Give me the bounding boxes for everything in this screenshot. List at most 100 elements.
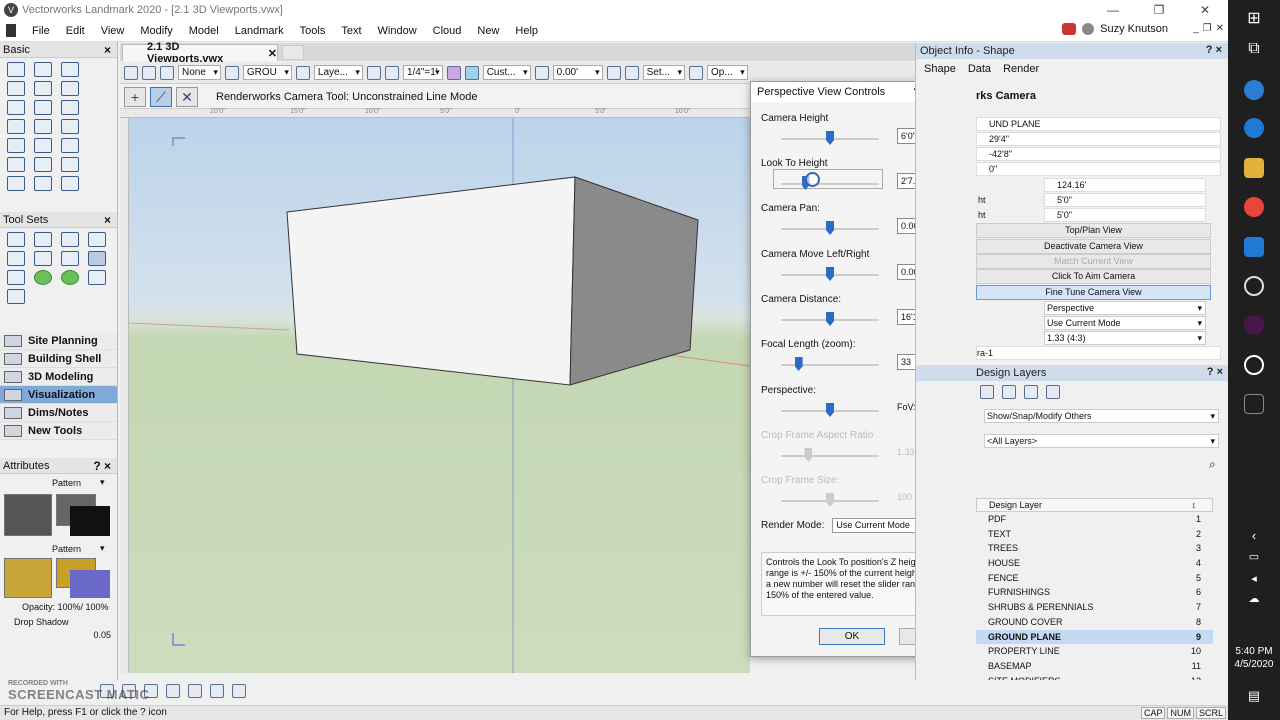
fill-type-label[interactable]: Pattern bbox=[52, 478, 81, 488]
edge-icon[interactable] bbox=[1244, 80, 1264, 100]
menu-modify[interactable]: Modify bbox=[132, 25, 180, 37]
action-center-icon[interactable]: ▤ bbox=[1243, 688, 1265, 704]
lighting-device-tool-icon[interactable] bbox=[33, 251, 52, 266]
layer-row[interactable]: GROUND COVER 8 bbox=[976, 615, 1213, 630]
tab-render[interactable]: Render bbox=[1003, 63, 1039, 75]
opacity-label[interactable]: Opacity: 100%/ 100% bbox=[0, 602, 117, 612]
user-name[interactable]: Suzy Knutson bbox=[1100, 23, 1168, 35]
close-window-button[interactable]: ✕ bbox=[1182, 0, 1228, 20]
click-to-aim-camera-button[interactable]: Click To Aim Camera bbox=[976, 269, 1211, 284]
chevron-left-icon[interactable]: ‹ bbox=[1243, 528, 1265, 543]
fill-type-dropdown-icon[interactable]: ▾ bbox=[100, 477, 105, 488]
polygon-tool-icon[interactable] bbox=[60, 157, 79, 172]
plant-tool-icon[interactable] bbox=[33, 270, 52, 285]
slider-thumb[interactable] bbox=[826, 131, 834, 145]
close-attributes-palette-icon[interactable]: ? × bbox=[93, 459, 111, 473]
hexagon-tool-icon[interactable] bbox=[33, 176, 52, 191]
slider-thumb[interactable] bbox=[826, 267, 834, 281]
layer-row[interactable]: HOUSE 4 bbox=[976, 556, 1213, 571]
saved-set-dropdown[interactable]: Set... bbox=[642, 65, 685, 80]
document-tab[interactable]: 2.1 3D Viewports.vwx ✕ bbox=[122, 41, 278, 65]
options-dropdown[interactable]: Op... bbox=[706, 65, 748, 80]
active-class-dropdown[interactable]: None bbox=[178, 65, 221, 80]
tab-data[interactable]: Data bbox=[968, 63, 991, 75]
current-view-dropdown[interactable]: Cust... bbox=[482, 65, 531, 80]
sort-icon[interactable]: ↕ bbox=[1192, 499, 1197, 511]
vectorworks-taskbar-icon[interactable] bbox=[1244, 276, 1264, 296]
user-icon[interactable] bbox=[1082, 23, 1095, 35]
flyover-tool-icon[interactable] bbox=[60, 62, 79, 77]
snap-angle-icon[interactable] bbox=[188, 684, 202, 698]
regular-polygon-tool-icon[interactable] bbox=[6, 176, 25, 191]
camera-height-field[interactable]: 5'0" bbox=[1044, 193, 1206, 207]
minimize-button[interactable]: — bbox=[1090, 0, 1136, 20]
fine-tune-camera-view-button[interactable]: Fine Tune Camera View bbox=[976, 285, 1211, 300]
search-icon[interactable]: ⌕ bbox=[1209, 457, 1216, 472]
standard-view-icon[interactable] bbox=[464, 65, 479, 80]
pen-bg-swatch[interactable] bbox=[70, 570, 110, 598]
saved-views-icon[interactable] bbox=[606, 65, 621, 80]
menu-edit[interactable]: Edit bbox=[58, 25, 93, 37]
dimension-tool-icon[interactable] bbox=[6, 100, 25, 115]
active-layer-class-dropdown[interactable]: GROU bbox=[242, 65, 292, 80]
menu-file[interactable]: File bbox=[24, 25, 58, 37]
z-field[interactable]: 0" bbox=[976, 162, 1221, 176]
texture-tool-icon[interactable] bbox=[60, 251, 79, 266]
forward-arrow-icon[interactable] bbox=[142, 65, 156, 80]
view-options-icon[interactable] bbox=[688, 65, 703, 80]
notification-icon[interactable] bbox=[1062, 23, 1077, 35]
network-icon[interactable]: ▭ bbox=[1243, 550, 1265, 563]
layer-options-icon[interactable] bbox=[224, 65, 239, 80]
menu-landmark[interactable]: Landmark bbox=[227, 25, 292, 37]
snap-tangent-icon[interactable] bbox=[232, 684, 246, 698]
set-3d-modeling[interactable]: 3D Modeling bbox=[0, 368, 117, 386]
rotate-plan-icon[interactable] bbox=[534, 65, 549, 80]
quarter-arc-tool-icon[interactable] bbox=[60, 138, 79, 153]
arc-tool-icon[interactable] bbox=[33, 138, 52, 153]
navigation-controls[interactable]: ? × bbox=[1207, 366, 1223, 378]
unconstrained-line-mode-icon[interactable]: ⟋ bbox=[150, 86, 172, 107]
menu-cloud[interactable]: Cloud bbox=[425, 25, 470, 37]
layer-row[interactable]: PROPERTY LINE 10 bbox=[976, 644, 1213, 659]
pen-swatch[interactable] bbox=[4, 558, 52, 598]
image-prop-tool-icon[interactable] bbox=[6, 270, 25, 285]
layer-row[interactable]: FENCE 5 bbox=[976, 571, 1213, 586]
selection-tool-icon[interactable] bbox=[6, 62, 25, 77]
layer-row[interactable]: SHRUBS & PERENNIALS 7 bbox=[976, 600, 1213, 615]
empty-slot-icon[interactable] bbox=[1244, 394, 1264, 414]
pen-type-label[interactable]: Pattern bbox=[52, 544, 81, 554]
layer-row[interactable]: PDF 1 bbox=[976, 512, 1213, 527]
3d-view[interactable] bbox=[129, 118, 750, 673]
class-options-icon[interactable] bbox=[160, 65, 174, 80]
spot-light-tool-icon[interactable] bbox=[6, 251, 25, 266]
windows-start-icon[interactable]: ⊞ bbox=[1243, 8, 1265, 28]
slider-track[interactable] bbox=[781, 183, 879, 185]
new-layer-icon[interactable] bbox=[980, 385, 994, 399]
pen-type-dropdown-icon[interactable]: ▾ bbox=[100, 543, 105, 554]
menu-model[interactable]: Model bbox=[181, 25, 227, 37]
snap-surface-icon[interactable] bbox=[210, 684, 224, 698]
distance-field[interactable]: 124.16' bbox=[1044, 178, 1206, 192]
line-weight-value[interactable]: 0.05 bbox=[0, 630, 117, 640]
look-to-height-field[interactable]: 5'0" bbox=[1044, 208, 1206, 222]
slider-thumb[interactable] bbox=[826, 403, 834, 417]
layer-field[interactable]: UND PLANE bbox=[976, 117, 1221, 131]
close-toolsets-palette-icon[interactable]: × bbox=[104, 213, 111, 227]
text-tool-icon[interactable] bbox=[33, 81, 52, 96]
new-tab-button[interactable] bbox=[282, 45, 304, 60]
3d-locus-tool-icon[interactable] bbox=[33, 100, 52, 115]
volume-icon[interactable]: ◂ bbox=[1243, 572, 1265, 585]
layer-icon[interactable] bbox=[295, 65, 310, 80]
snap-distance-icon[interactable] bbox=[166, 684, 180, 698]
drop-shadow-label[interactable]: Drop Shadow bbox=[0, 617, 117, 627]
heliodon-tool-icon[interactable] bbox=[33, 232, 52, 247]
slack-icon[interactable] bbox=[1244, 315, 1264, 335]
camera-name-field[interactable]: ra-1 bbox=[976, 346, 1221, 360]
menu-view[interactable]: View bbox=[93, 25, 133, 37]
renderworks-camera-tool-icon[interactable] bbox=[87, 251, 106, 266]
polyline-tool-icon[interactable] bbox=[33, 157, 52, 172]
slider-thumb[interactable] bbox=[826, 221, 834, 235]
flashlight-tool-icon[interactable] bbox=[6, 289, 25, 304]
pan-tool-icon[interactable] bbox=[33, 62, 52, 77]
layer-visibility-dropdown[interactable]: Show/Snap/Modify Others bbox=[984, 409, 1219, 423]
